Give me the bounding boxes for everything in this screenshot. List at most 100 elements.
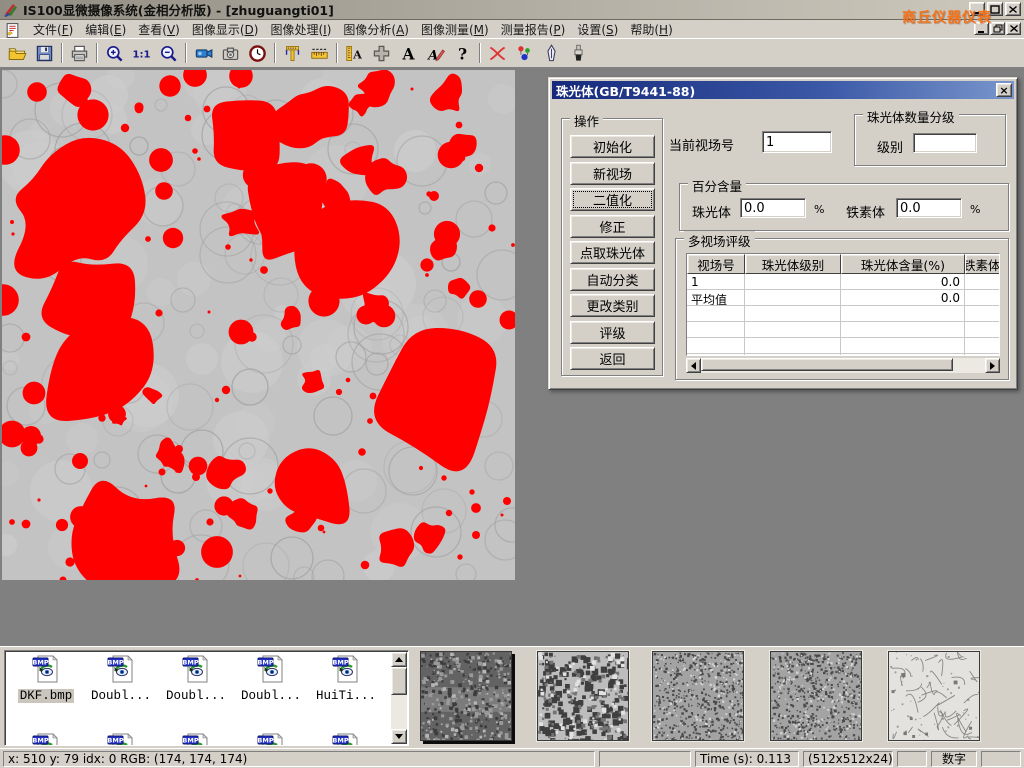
ruler-button[interactable] (306, 41, 333, 66)
specimen-image[interactable] (2, 70, 515, 580)
mdi-close-button[interactable] (1006, 22, 1021, 35)
video-camera-button[interactable] (190, 41, 217, 66)
menu-9[interactable]: 设置(S) (571, 20, 624, 39)
table-row[interactable] (687, 306, 999, 322)
scroll-left-button[interactable] (686, 358, 701, 373)
op-button-6[interactable]: 自动分类 (570, 268, 655, 291)
table-row[interactable]: 平均值0.0 (687, 290, 999, 306)
menu-6[interactable]: 图像分析(A) (337, 20, 415, 39)
table-cell (841, 354, 965, 356)
op-button-7[interactable]: 更改类别 (570, 294, 655, 317)
bmp-file-icon: BMP (30, 653, 62, 685)
zoom-in-button[interactable] (101, 41, 128, 66)
grade-label: 级别 (877, 137, 903, 156)
close-button[interactable] (1005, 2, 1021, 16)
table-horizontal-scrollbar[interactable] (686, 358, 1000, 373)
scrollbar-thumb[interactable] (701, 358, 953, 371)
edit-text-button[interactable]: A (422, 41, 449, 66)
table-row[interactable] (687, 322, 999, 338)
mdi-minimize-button[interactable] (974, 22, 989, 35)
svg-text:BMP: BMP (257, 736, 273, 744)
current-field-input[interactable] (762, 131, 832, 153)
op-button-9[interactable]: 返回 (570, 347, 655, 370)
menu-7[interactable]: 图像测量(M) (415, 20, 495, 39)
scroll-up-button[interactable] (391, 652, 407, 667)
timer-clock-button[interactable] (244, 41, 271, 66)
toolbar-separator (479, 43, 481, 63)
mark-balloons-button[interactable] (511, 41, 538, 66)
snapshot-camera-button[interactable] (217, 41, 244, 66)
ferrite-percent-sign: % (970, 203, 980, 216)
table-row[interactable] (687, 338, 999, 354)
zoom-in-icon (105, 44, 124, 63)
menu-1[interactable]: 文件(F) (27, 20, 79, 39)
multiview-table[interactable]: 视场号珠光体级别珠光体含量(%)铁素体含量(%)10.0平均值0.0 (686, 253, 1000, 356)
scroll-right-button[interactable] (985, 358, 1000, 373)
ferrite-label: 铁素体 (846, 202, 885, 221)
thumbnail-1[interactable] (420, 651, 512, 741)
ferrite-percent-input[interactable] (896, 198, 962, 218)
file-item-hidden[interactable]: BMP (9, 731, 83, 746)
pearlite-percent-input[interactable] (740, 198, 806, 218)
menu-10[interactable]: 帮助(H) (624, 20, 678, 39)
op-button-3[interactable]: 二值化 (570, 188, 655, 211)
open-file-button[interactable] (4, 41, 31, 66)
zoom-out-button[interactable] (155, 41, 182, 66)
op-button-1[interactable]: 初始化 (570, 135, 655, 158)
op-button-8[interactable]: 评级 (570, 321, 655, 344)
text-annotation-button[interactable]: A (395, 41, 422, 66)
help-button[interactable]: ? (449, 41, 476, 66)
mdi-restore-button[interactable] (990, 22, 1005, 35)
thumbnail-2[interactable] (537, 651, 629, 741)
mark-balloons-icon (515, 44, 534, 63)
op-button-4[interactable]: 修正 (570, 215, 655, 238)
svg-text:?: ? (458, 45, 467, 63)
grade-input[interactable] (913, 133, 977, 153)
op-button-5[interactable]: 点取珠光体 (570, 241, 655, 264)
file-list-scrollbar[interactable] (391, 652, 407, 744)
table-cell (687, 338, 745, 354)
snapshot-camera-icon (221, 44, 240, 63)
op-button-2[interactable]: 新视场 (570, 162, 655, 185)
pen-button[interactable] (538, 41, 565, 66)
minimize-button[interactable] (969, 2, 985, 16)
thumbnail-4[interactable] (770, 651, 862, 741)
menu-8[interactable]: 测量报告(P) (495, 20, 572, 39)
dialog-title-bar[interactable]: 珠光体(GB/T9441-88) × (552, 81, 1014, 99)
file-item-Doubl[interactable]: BMPDoubl... (159, 653, 233, 703)
measure-text-button[interactable]: A (341, 41, 368, 66)
move-cross-button[interactable] (368, 41, 395, 66)
menu-3[interactable]: 查看(V) (132, 20, 186, 39)
thumbnail-3[interactable] (652, 651, 744, 741)
maximize-button[interactable] (987, 2, 1003, 16)
scroll-down-button[interactable] (391, 729, 407, 744)
menu-5[interactable]: 图像处理(I) (264, 20, 337, 39)
file-item-hidden[interactable]: BMP (234, 731, 308, 746)
file-item-Doubl[interactable]: BMPDoubl... (84, 653, 158, 703)
menu-4[interactable]: 图像显示(D) (186, 20, 265, 39)
file-item-hidden[interactable]: BMP (84, 731, 158, 746)
file-item-Doubl[interactable]: BMPDoubl... (234, 653, 308, 703)
brush-button[interactable] (565, 41, 592, 66)
save-button[interactable] (31, 41, 58, 66)
file-item-hidden[interactable]: BMP (159, 731, 233, 746)
dialog-close-button[interactable]: × (996, 83, 1012, 97)
table-row[interactable]: 10.0 (687, 274, 999, 290)
file-item-DKFbmp[interactable]: BMPDKF.bmp (9, 653, 83, 703)
pearlite-dialog: 珠光体(GB/T9441-88) × 操作 初始化新视场二值化修正点取珠光体自动… (548, 77, 1018, 390)
actual-size-button[interactable]: 1:1 (128, 41, 155, 66)
measure-text-icon: A (345, 44, 364, 63)
help-icon: ? (453, 44, 472, 63)
table-row[interactable] (687, 354, 999, 356)
file-item-hidden[interactable]: BMP (309, 731, 383, 746)
print-button[interactable] (66, 41, 93, 66)
delete-measure-button[interactable] (484, 41, 511, 66)
multiview-group: 多视场评级 视场号珠光体级别珠光体含量(%)铁素体含量(%)10.0平均值0.0 (675, 238, 1009, 380)
caliper-button[interactable] (279, 41, 306, 66)
menu-2[interactable]: 编辑(E) (79, 20, 132, 39)
operations-group: 操作 初始化新视场二值化修正点取珠光体自动分类更改类别评级返回 (561, 118, 663, 376)
thumbnail-5[interactable] (888, 651, 980, 741)
file-item-HuiTi[interactable]: BMPHuiTi... (309, 653, 383, 703)
table-cell (965, 322, 1000, 338)
scrollbar-thumb[interactable] (391, 667, 407, 695)
